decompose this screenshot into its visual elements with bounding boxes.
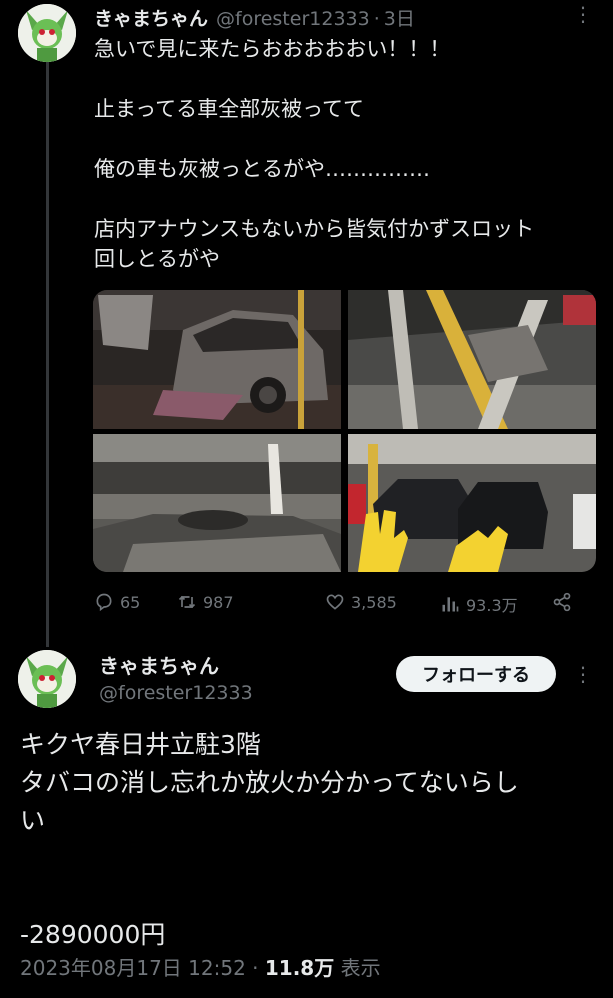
author-name[interactable]: きゃまちゃん — [99, 650, 219, 679]
author-handle[interactable]: @forester12333 — [99, 682, 253, 704]
tweet-text-line: -2890000円 — [20, 920, 166, 949]
tweet1-text: 急いで見に来たらおおおおおい！！！ 止まってる車全部灰被ってて 俺の車も灰被っと… — [94, 34, 599, 274]
tweet-text-line: 店内アナウンスもないから皆気付かずスロット — [94, 217, 535, 241]
photo-burnt-car[interactable] — [93, 290, 341, 429]
reply-icon — [96, 593, 112, 612]
tweet2-text: キクヤ春日井立駐3階 タバコの消し忘れか放火か分かってないらし い -28900… — [20, 726, 600, 954]
separator-dot: · — [252, 956, 259, 980]
avatar[interactable] — [18, 650, 76, 708]
avatar[interactable] — [18, 4, 76, 62]
like-icon — [326, 594, 344, 610]
like-button[interactable]: 3,585 — [325, 592, 397, 612]
tweet-text-line: 止まってる車全部灰被ってて — [94, 97, 365, 121]
retweet-button[interactable]: 987 — [177, 592, 234, 612]
photo-grid — [93, 290, 596, 572]
view-count: 11.8万 — [264, 956, 335, 980]
author-handle[interactable]: @forester12333 — [216, 8, 370, 30]
retweet-icon — [178, 595, 196, 609]
photo-ash-covered-cars[interactable] — [93, 434, 341, 572]
views-label: 表示 — [340, 956, 381, 980]
thread-connector-line — [46, 62, 49, 647]
tweet-text-line: 俺の車も灰被っとるがや…………… — [94, 157, 430, 181]
views-button[interactable]: 93.3万 — [440, 592, 518, 616]
more-icon[interactable]: ⋮ — [573, 4, 593, 24]
post-datetime[interactable]: 2023年08月17日 12:52 — [20, 956, 246, 980]
tweet-actions: 65 987 3,585 93.3万 — [94, 592, 584, 616]
views-icon — [442, 597, 459, 612]
tweet-text-line: い — [20, 806, 46, 835]
separator-dot: · — [373, 8, 380, 30]
photo-parking-pillars[interactable] — [348, 290, 596, 429]
view-count: 93.3万 — [466, 596, 518, 615]
reply-button[interactable]: 65 — [94, 592, 140, 612]
share-button[interactable] — [552, 592, 572, 612]
tweet-text-line: タバコの消し忘れか放火か分かってないらし — [20, 768, 519, 797]
photo-cars-with-hands[interactable] — [348, 434, 596, 572]
timestamp[interactable]: 3日 — [384, 4, 415, 31]
follow-button[interactable]: フォローする — [396, 656, 556, 692]
tweet-text-line: 急いで見に来たらおおおおおい！！！ — [94, 37, 451, 61]
author-name[interactable]: きゃまちゃん — [94, 4, 208, 31]
like-count: 3,585 — [351, 592, 397, 612]
more-icon[interactable]: ⋮ — [573, 664, 593, 684]
tweet-meta: 2023年08月17日 12:52 · 11.8万 表示 — [20, 952, 381, 981]
tweet1-header: きゃまちゃん @forester12333 · 3日 — [94, 4, 415, 31]
share-icon — [553, 592, 571, 612]
tweet-text-line: 回しとるがや — [94, 247, 220, 271]
reply-count: 65 — [120, 592, 141, 612]
tweet-text-line: キクヤ春日井立駐3階 — [20, 730, 261, 759]
retweet-count: 987 — [203, 592, 234, 612]
